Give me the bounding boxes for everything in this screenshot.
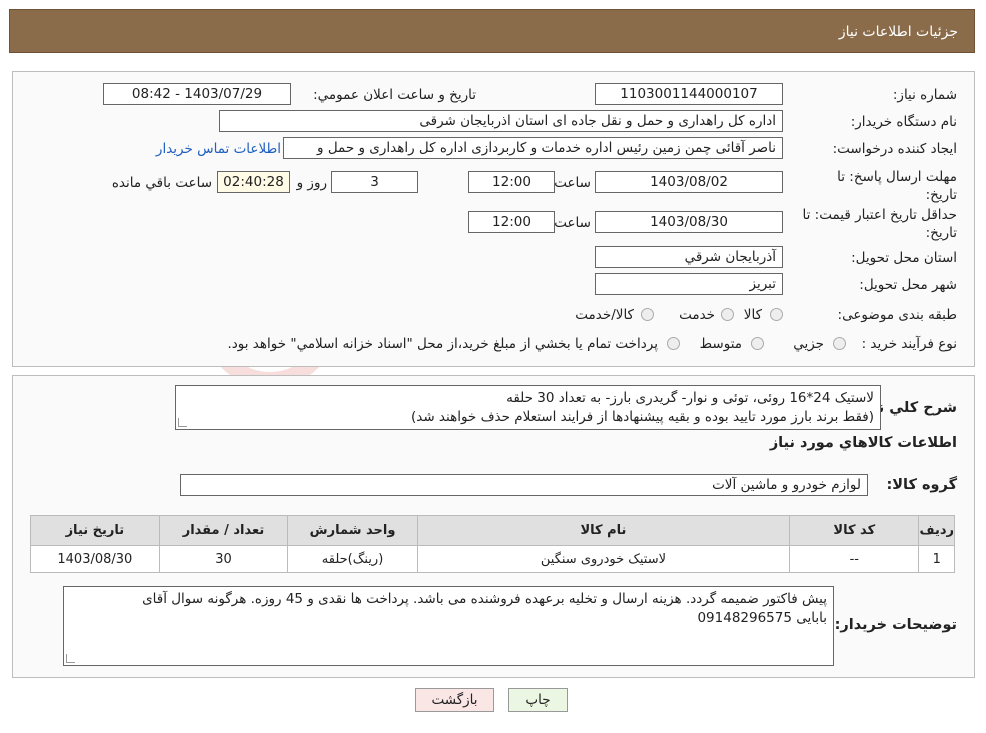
days-field: 3 [331, 171, 418, 193]
buyer-notes-field: پیش فاکتور ضمیمه گردد. هزینه ارسال و تخل… [63, 586, 834, 666]
remaining-time-field: 02:40:28 [217, 171, 290, 193]
cell-name: لاستیک خودروی سنگین [416, 545, 791, 573]
city-label: شهر محل تحويل: [859, 277, 957, 293]
purchase-note: پرداخت تمام يا بخشي از مبلغ خريد،از محل … [227, 336, 658, 352]
page-header: جزئيات اطلاعات نياز [9, 9, 975, 53]
cell-row-no: 1 [918, 545, 955, 573]
category-radio-service[interactable] [721, 308, 734, 321]
need-number-label: شماره نياز: [892, 87, 957, 103]
announce-field: 1403/07/29 - 08:42 [103, 83, 291, 105]
validity-label: حداقل تاريخ اعتبار قيمت: تا تاريخ: [802, 207, 957, 241]
details-panel: شرح کلي نياز: لاستیک 24*16 روئی، توئی و … [12, 375, 975, 678]
buyer-label: نام دستگاه خريدار: [850, 114, 957, 130]
province-label: استان محل تحويل: [851, 250, 957, 266]
announce-label: تاريخ و ساعت اعلان عمومي: [313, 87, 476, 103]
creator-field: ناصر آقائی چمن زمین رئیس اداره خدمات و ک… [283, 137, 783, 159]
buyer-field: اداره کل راهداری و حمل و نقل جاده ای است… [219, 110, 783, 132]
deadline-date-field: 1403/08/02 [595, 171, 783, 193]
deadline-time-field: 12:00 [468, 171, 555, 193]
resize-handle[interactable] [178, 418, 187, 427]
cell-need-date: 1403/08/30 [30, 545, 160, 573]
city-field: تبريز [595, 273, 783, 295]
category-option-goods: کالا [743, 307, 762, 323]
summary-line-2: (فقط برند بارز مورد تایید بوده و بقیه پی… [410, 409, 874, 425]
category-option-service: خدمت [679, 307, 715, 323]
goods-group-field: لوازم خودرو و ماشين آلات [180, 474, 868, 496]
purchase-type-label: نوع فرآيند خريد : [861, 336, 957, 352]
buyer-notes-label: توضيحات خريدار: [834, 617, 957, 633]
summary-field: لاستیک 24*16 روئی، توئی و نوار- گریدری ب… [175, 385, 881, 430]
purchase-option-medium: متوسط [699, 336, 742, 352]
col-code: کد کالا [789, 515, 920, 546]
buyer-contact-link[interactable]: اطلاعات تماس خريدار [156, 141, 281, 157]
purchase-option-minor: جزيي [793, 336, 824, 352]
deadline-time-label: ساعت [554, 175, 591, 191]
deadline-label: مهلت ارسال پاسخ: تا تاريخ: [837, 169, 957, 203]
goods-table: رديف کد کالا نام کالا واحد شمارش تعداد /… [30, 515, 955, 573]
cell-code: -- [789, 545, 920, 573]
table-header-row: رديف کد کالا نام کالا واحد شمارش تعداد /… [30, 515, 955, 546]
back-button[interactable]: بازگشت [415, 688, 494, 712]
province-field: آذربايجان شرقي [595, 246, 783, 268]
category-radio-goods-service[interactable] [641, 308, 654, 321]
need-number-field: 1103001144000107 [595, 83, 783, 105]
col-name: نام کالا [416, 515, 791, 546]
col-need-date: تاريخ نياز [30, 515, 160, 546]
creator-label: ايجاد کننده درخواست: [832, 141, 957, 157]
remaining-label: ساعت باقي مانده [111, 175, 212, 191]
cell-quantity: 30 [158, 545, 289, 573]
validity-time-field: 12:00 [468, 211, 555, 233]
purchase-radio-treasury[interactable] [667, 337, 680, 350]
days-label: روز و [296, 175, 327, 191]
col-row-no: رديف [918, 515, 955, 546]
purchase-radio-minor[interactable] [833, 337, 846, 350]
table-row: 1 -- لاستیک خودروی سنگین (رینگ)حلقه 30 1… [30, 545, 955, 573]
info-panel: شماره نياز: 1103001144000107 تاريخ و ساع… [12, 71, 975, 367]
purchase-radio-medium[interactable] [751, 337, 764, 350]
validity-date-field: 1403/08/30 [595, 211, 783, 233]
resize-handle[interactable] [66, 654, 75, 663]
buyer-notes-line-1: پیش فاکتور ضمیمه گردد. هزینه ارسال و تخل… [142, 591, 827, 607]
category-option-goods-service: کالا/خدمت [575, 307, 634, 323]
goods-group-label: گروه کالا: [886, 477, 957, 493]
category-label: طبقه بندی موضوعی: [837, 307, 957, 323]
col-quantity: تعداد / مقدار [158, 515, 289, 546]
cell-unit: (رینگ)حلقه [287, 545, 418, 573]
summary-line-1: لاستیک 24*16 روئی، توئی و نوار- گریدری ب… [506, 390, 874, 406]
goods-info-title: اطلاعات کالاهاي مورد نياز [769, 435, 957, 451]
col-unit: واحد شمارش [287, 515, 418, 546]
buyer-notes-line-2: بابایی 09148296575 [697, 610, 827, 626]
validity-time-label: ساعت [554, 215, 591, 231]
print-button[interactable]: چاپ [508, 688, 568, 712]
page-title: جزئيات اطلاعات نياز [838, 24, 958, 40]
category-radio-goods[interactable] [770, 308, 783, 321]
